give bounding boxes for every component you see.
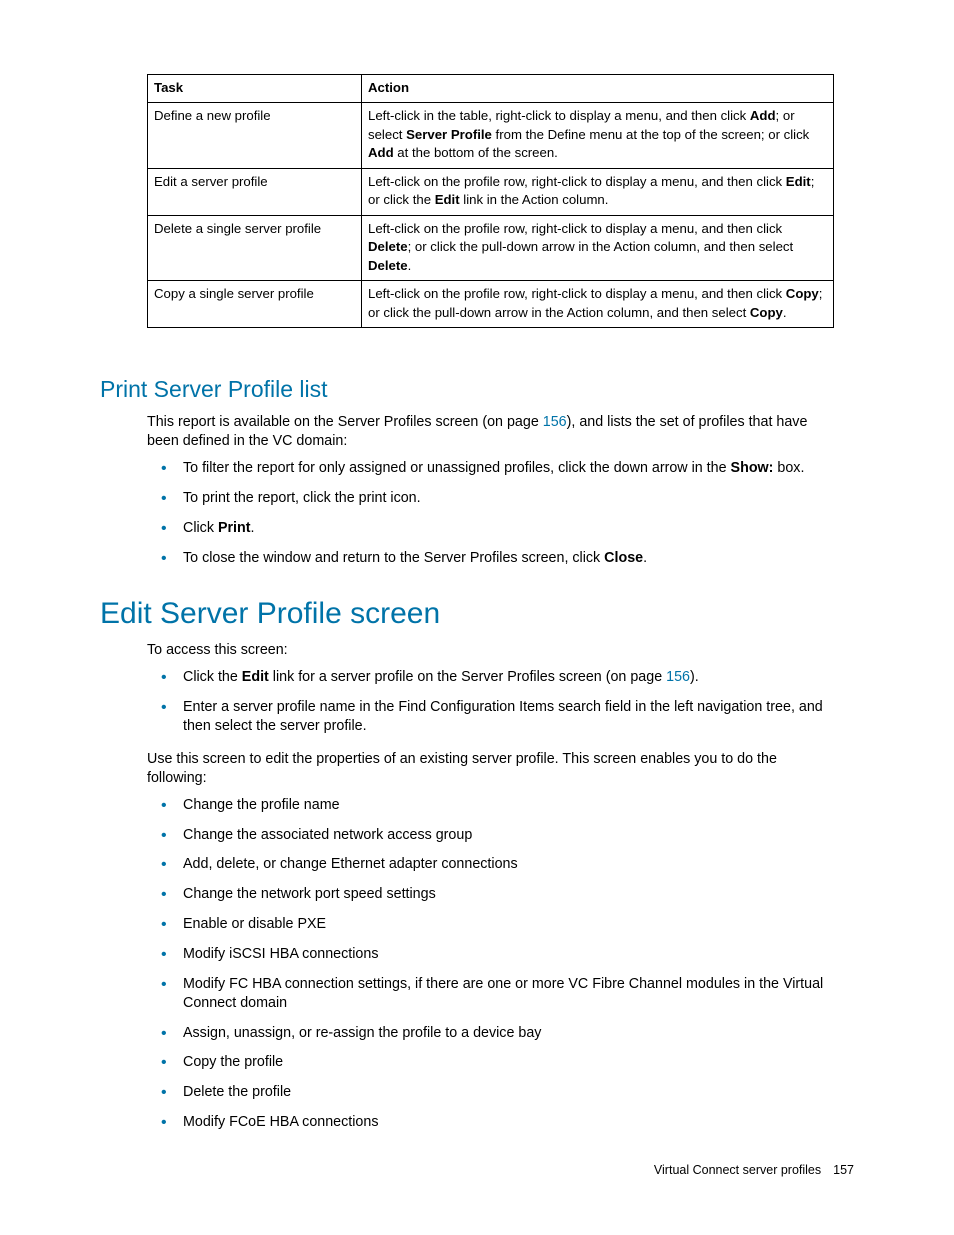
list-item: Click the Edit link for a server profile… — [147, 668, 834, 687]
list-item: Add, delete, or change Ethernet adapter … — [147, 855, 834, 874]
edit-access-bullets: Click the Edit link for a server profile… — [147, 668, 834, 736]
list-item: To filter the report for only assigned o… — [147, 459, 834, 478]
list-item: Change the network port speed settings — [147, 885, 834, 904]
table-header-task: Task — [148, 75, 362, 103]
action-cell: Left-click in the table, right-click to … — [362, 103, 834, 168]
list-item: Modify iSCSI HBA connections — [147, 945, 834, 964]
action-cell: Left-click on the profile row, right-cli… — [362, 281, 834, 328]
task-cell: Edit a server profile — [148, 168, 362, 215]
list-item: Modify FC HBA connection settings, if th… — [147, 975, 834, 1013]
list-item: Assign, unassign, or re-assign the profi… — [147, 1024, 834, 1043]
page-link-156[interactable]: 156 — [666, 669, 690, 685]
task-cell: Copy a single server profile — [148, 281, 362, 328]
list-item: To print the report, click the print ico… — [147, 489, 834, 508]
list-item: Click Print. — [147, 519, 834, 538]
heading-print-server-profile-list: Print Server Profile list — [100, 376, 854, 403]
edit-capabilities: Change the profile name Change the assoc… — [147, 796, 834, 1132]
list-item: Change the profile name — [147, 796, 834, 815]
list-item: Modify FCoE HBA connections — [147, 1113, 834, 1132]
page-footer: Virtual Connect server profiles 157 — [654, 1163, 854, 1177]
print-intro: This report is available on the Server P… — [147, 413, 834, 451]
page-link-156[interactable]: 156 — [543, 414, 567, 430]
footer-label: Virtual Connect server profiles — [654, 1163, 821, 1177]
action-cell: Left-click on the profile row, right-cli… — [362, 168, 834, 215]
table-row: Delete a single server profile Left-clic… — [148, 215, 834, 280]
list-item: Enter a server profile name in the Find … — [147, 698, 834, 736]
table-row: Edit a server profile Left-click on the … — [148, 168, 834, 215]
footer-page-number: 157 — [833, 1163, 854, 1177]
print-bullets: To filter the report for only assigned o… — [147, 459, 834, 567]
table-row: Define a new profile Left-click in the t… — [148, 103, 834, 168]
list-item: Delete the profile — [147, 1083, 834, 1102]
edit-intro: To access this screen: — [147, 641, 834, 660]
list-item: Change the associated network access gro… — [147, 826, 834, 845]
heading-edit-server-profile-screen: Edit Server Profile screen — [100, 597, 854, 631]
list-item: Copy the profile — [147, 1053, 834, 1072]
table-row: Copy a single server profile Left-click … — [148, 281, 834, 328]
table-header-action: Action — [362, 75, 834, 103]
list-item: To close the window and return to the Se… — [147, 549, 834, 568]
task-cell: Define a new profile — [148, 103, 362, 168]
edit-use-text: Use this screen to edit the properties o… — [147, 750, 834, 788]
action-cell: Left-click on the profile row, right-cli… — [362, 215, 834, 280]
task-action-table: Task Action Define a new profile Left-cl… — [147, 74, 834, 328]
list-item: Enable or disable PXE — [147, 915, 834, 934]
task-cell: Delete a single server profile — [148, 215, 362, 280]
